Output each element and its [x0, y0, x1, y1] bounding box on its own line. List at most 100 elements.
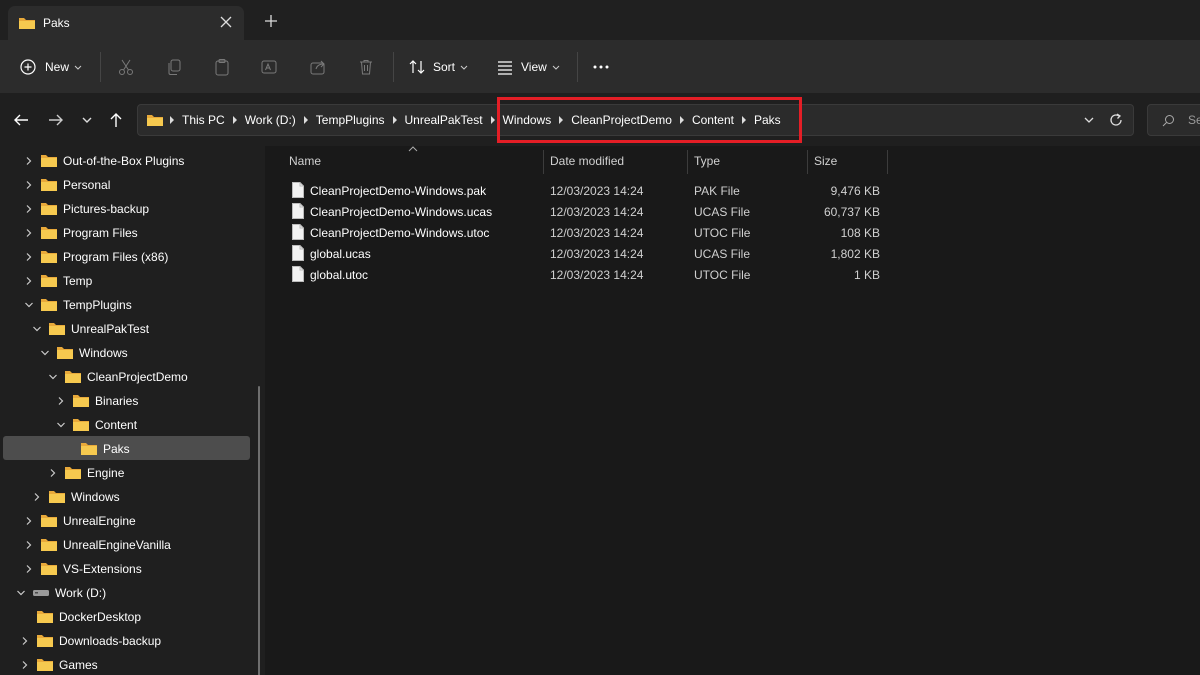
chevron-right-icon[interactable] — [24, 564, 34, 574]
paste-button[interactable] — [213, 40, 231, 94]
copy-button[interactable] — [165, 40, 183, 94]
chevron-down-icon[interactable] — [32, 324, 42, 334]
chevron-down-icon[interactable] — [1083, 113, 1095, 127]
sidebar-item[interactable]: Program Files — [0, 220, 265, 244]
chevron-right-icon[interactable] — [24, 252, 34, 262]
table-row[interactable]: CleanProjectDemo-Windows.utoc 12/03/2023 … — [282, 222, 892, 243]
chevron-right-icon[interactable] — [20, 636, 30, 646]
breadcrumb-item[interactable]: Windows — [497, 113, 558, 127]
column-header-date[interactable]: Date modified — [550, 154, 624, 168]
sidebar-item[interactable]: Content — [0, 412, 265, 436]
sort-button[interactable]: Sort — [408, 40, 468, 94]
chevron-down-icon[interactable] — [56, 420, 66, 430]
chevron-right-icon[interactable] — [56, 396, 66, 406]
chevron-down-icon[interactable] — [24, 300, 34, 310]
sidebar-item[interactable]: Binaries — [0, 388, 265, 412]
sidebar-item[interactable]: Games — [0, 652, 265, 675]
more-options-button[interactable] — [592, 40, 610, 94]
chevron-right-icon[interactable] — [24, 276, 34, 286]
file-size: 1,802 KB — [830, 247, 880, 261]
column-divider[interactable] — [543, 150, 544, 174]
cut-button[interactable] — [117, 40, 135, 94]
sidebar-item[interactable]: VS-Extensions — [0, 556, 265, 580]
file-date: 12/03/2023 14:24 — [550, 247, 644, 261]
sidebar-item[interactable]: Engine — [0, 460, 265, 484]
search-input[interactable]: Se — [1147, 104, 1200, 136]
chevron-right-icon — [170, 116, 174, 124]
folder-icon — [41, 203, 57, 215]
chevron-down-icon[interactable] — [40, 348, 50, 358]
sidebar-item[interactable]: Paks — [0, 436, 265, 460]
breadcrumb-item[interactable]: CleanProjectDemo — [565, 113, 678, 127]
column-divider[interactable] — [687, 150, 688, 174]
recent-locations-icon[interactable] — [78, 111, 96, 129]
new-button[interactable]: New — [20, 40, 82, 94]
chevron-right-icon[interactable] — [24, 516, 34, 526]
chevron-right-icon — [679, 116, 684, 124]
table-row[interactable]: CleanProjectDemo-Windows.pak 12/03/2023 1… — [282, 180, 892, 201]
folder-icon — [81, 443, 97, 455]
sidebar-item[interactable]: Work (D:) — [0, 580, 265, 604]
folder-icon — [41, 539, 57, 551]
forward-icon[interactable] — [47, 111, 65, 129]
chevron-right-icon[interactable] — [20, 660, 30, 670]
scrollbar[interactable] — [258, 386, 260, 675]
sidebar-item-label: Program Files — [63, 226, 138, 240]
table-row[interactable]: global.utoc 12/03/2023 14:24 UTOC File 1 KB — [282, 264, 892, 285]
new-tab-icon[interactable] — [262, 12, 280, 30]
chevron-right-icon[interactable] — [32, 492, 42, 502]
sidebar-item[interactable]: UnrealEngine — [0, 508, 265, 532]
chevron-down-icon[interactable] — [48, 372, 58, 382]
rename-button[interactable] — [260, 40, 278, 94]
back-icon[interactable] — [12, 111, 30, 129]
refresh-icon[interactable] — [1108, 112, 1124, 128]
folder-icon — [65, 467, 81, 479]
delete-button[interactable] — [357, 40, 375, 94]
sidebar-item[interactable]: Temp — [0, 268, 265, 292]
sidebar-item[interactable]: Windows — [0, 340, 265, 364]
breadcrumb-item[interactable]: UnrealPakTest — [399, 113, 489, 127]
chevron-down-icon[interactable] — [16, 588, 26, 598]
sidebar-item[interactable]: DockerDesktop — [0, 604, 265, 628]
address-bar[interactable]: This PC Work (D:) TempPlugins UnrealPakT… — [137, 104, 1134, 136]
sidebar-item[interactable]: UnrealPakTest — [0, 316, 265, 340]
sidebar-item[interactable]: TempPlugins — [0, 292, 265, 316]
share-button[interactable] — [309, 40, 327, 94]
breadcrumb-item[interactable]: Work (D:) — [239, 113, 302, 127]
sidebar-item[interactable]: Downloads-backup — [0, 628, 265, 652]
table-row[interactable]: CleanProjectDemo-Windows.ucas 12/03/2023 … — [282, 201, 892, 222]
sidebar-item-label: Work (D:) — [55, 586, 107, 600]
sidebar-item-label: UnrealEngineVanilla — [63, 538, 171, 552]
chevron-right-icon[interactable] — [24, 180, 34, 190]
chevron-right-icon[interactable] — [24, 228, 34, 238]
chevron-right-icon[interactable] — [48, 468, 58, 478]
column-header-type[interactable]: Type — [694, 154, 720, 168]
sidebar-item[interactable]: Personal — [0, 172, 265, 196]
chevron-right-icon[interactable] — [24, 204, 34, 214]
breadcrumb-item[interactable]: TempPlugins — [310, 113, 391, 127]
breadcrumb-item[interactable]: This PC — [176, 113, 231, 127]
view-button[interactable]: View — [496, 40, 560, 94]
breadcrumb-item[interactable]: Paks — [748, 113, 787, 127]
chevron-right-icon — [232, 116, 237, 124]
sidebar-item[interactable]: Pictures-backup — [0, 196, 265, 220]
breadcrumb-item[interactable]: Content — [686, 113, 740, 127]
folder-icon — [37, 659, 53, 671]
close-icon[interactable] — [218, 14, 234, 30]
column-header-name[interactable]: Name — [289, 154, 321, 168]
tab-paks[interactable]: Paks — [8, 6, 244, 40]
sidebar-item[interactable]: Out-of-the-Box Plugins — [0, 148, 265, 172]
sidebar-item-label: Out-of-the-Box Plugins — [63, 154, 185, 168]
chevron-right-icon[interactable] — [24, 156, 34, 166]
column-header-size[interactable]: Size — [814, 154, 837, 168]
sidebar-item[interactable]: UnrealEngineVanilla — [0, 532, 265, 556]
table-row[interactable]: global.ucas 12/03/2023 14:24 UCAS File 1,80… — [282, 243, 892, 264]
column-divider[interactable] — [887, 150, 888, 174]
column-divider[interactable] — [807, 150, 808, 174]
chevron-right-icon[interactable] — [24, 540, 34, 550]
sidebar-item[interactable]: Windows — [0, 484, 265, 508]
up-icon[interactable] — [107, 111, 125, 129]
sidebar-item[interactable]: Program Files (x86) — [0, 244, 265, 268]
file-size: 1 KB — [853, 268, 880, 282]
sidebar-item[interactable]: CleanProjectDemo — [0, 364, 265, 388]
